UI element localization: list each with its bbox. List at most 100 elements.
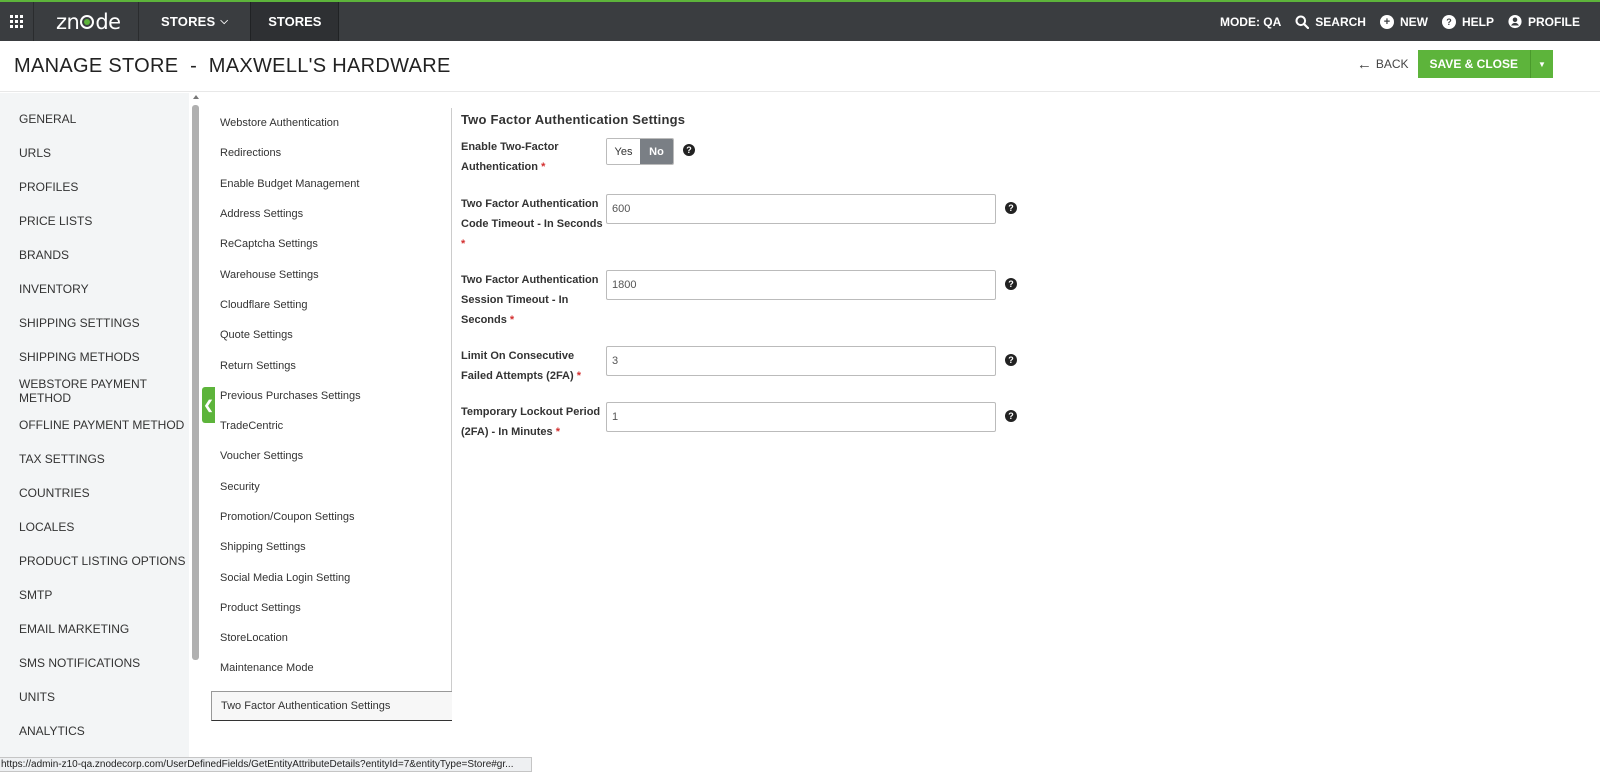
session-timeout-label: Two Factor Authentication Session Timeou… (461, 270, 606, 330)
page-title: MANAGE STORE - MAXWELL'S HARDWARE (14, 54, 451, 77)
save-options-dropdown[interactable]: ▼ (1531, 50, 1553, 78)
sidebar-item[interactable]: ANALYTICS (0, 714, 189, 748)
sidebar-item[interactable]: LOCALES (0, 510, 189, 544)
subnav-item[interactable]: Voucher Settings (211, 441, 451, 471)
subnav-item[interactable]: Promotion/Coupon Settings (211, 502, 451, 532)
enable-two-factor-row: Enable Two-Factor Authentication * Yes N… (461, 137, 695, 177)
help-label: HELP (1461, 14, 1494, 29)
chevron-down-icon: ⌵ (220, 16, 229, 27)
sidebar-item[interactable]: SMTP (0, 578, 189, 612)
subnav-item[interactable]: Security (211, 472, 451, 502)
enable-two-factor-label: Enable Two-Factor Authentication * (461, 137, 606, 177)
session-timeout-label-line-3: Seconds (461, 314, 507, 326)
session-timeout-label-line-2: Session Timeout - In (461, 294, 569, 306)
stores-menu[interactable]: STORES ⌵ (139, 2, 250, 41)
search-icon (1295, 15, 1310, 29)
app-launcher-button[interactable] (0, 2, 33, 41)
subnav-item[interactable]: Webstore Authentication (211, 108, 451, 138)
required-marker: * (576, 370, 582, 382)
failed-attempts-label-line-2: Failed Attempts (2FA) (461, 370, 574, 382)
sidebar-item[interactable]: PRICE LISTS (0, 204, 189, 238)
tab-stores[interactable]: STORES (250, 2, 340, 41)
lockout-period-row: Temporary Lockout Period (2FA) - In Minu… (461, 402, 1017, 442)
failed-attempts-label: Limit On Consecutive Failed Attempts (2F… (461, 346, 606, 386)
subnav-item[interactable]: Product Settings (211, 593, 451, 623)
sidebar-item[interactable]: BRANDS (0, 238, 189, 272)
sidebar-item[interactable]: UNITS (0, 680, 189, 714)
search-label: SEARCH (1315, 14, 1366, 29)
lockout-period-label: Temporary Lockout Period (2FA) - In Minu… (461, 402, 606, 442)
enable-two-factor-toggle[interactable]: Yes No (606, 138, 674, 165)
sidebar-item[interactable]: OFFLINE PAYMENT METHOD (0, 408, 189, 442)
sidebar-item[interactable]: SHIPPING SETTINGS (0, 306, 189, 340)
arrow-left-icon: ← (1356, 55, 1372, 73)
section-title: Two Factor Authentication Settings (461, 112, 686, 127)
stores-menu-label: STORES (161, 14, 216, 29)
required-marker: * (509, 314, 515, 326)
profile-button[interactable]: PROFILE (1508, 15, 1580, 29)
scrollbar-thumb[interactable] (192, 105, 199, 660)
sidebar-item[interactable]: WEBSTORE PAYMENT METHOD (0, 374, 189, 408)
lockout-period-label-line-2: (2FA) - In Minutes (461, 426, 553, 438)
sidebar-item[interactable]: GENERAL (0, 102, 189, 136)
help-icon[interactable]: ? (1005, 202, 1017, 214)
failed-attempts-input[interactable]: 3 (606, 346, 996, 376)
subnav-item-two-factor-authentication-settings[interactable]: Two Factor Authentication Settings (211, 691, 452, 721)
subnav-item[interactable]: Cloudflare Setting (211, 290, 451, 320)
sidebar-item[interactable]: SHIPPING METHODS (0, 340, 189, 374)
help-icon[interactable]: ? (683, 144, 695, 156)
sidebar-item[interactable]: PRODUCT LISTING OPTIONS (0, 544, 189, 578)
code-timeout-row: Two Factor Authentication Code Timeout -… (461, 194, 1017, 254)
subnav-item[interactable]: Maintenance Mode (211, 653, 451, 683)
tab-stores-label: STORES (268, 14, 322, 29)
user-circle-icon (1508, 14, 1522, 29)
subnav-item[interactable]: Social Media Login Setting (211, 562, 451, 592)
sidebar-item[interactable]: TAX SETTINGS (0, 442, 189, 476)
code-timeout-input[interactable]: 600 (606, 194, 996, 224)
new-label: NEW (1399, 14, 1428, 29)
session-timeout-row: Two Factor Authentication Session Timeou… (461, 270, 1017, 330)
help-button[interactable]: ? HELP (1441, 14, 1494, 29)
toggle-no-option[interactable]: No (640, 139, 673, 164)
sidebar-item[interactable]: INVENTORY (0, 272, 189, 306)
new-button[interactable]: + NEW (1379, 14, 1428, 29)
subnav-item[interactable]: StoreLocation (211, 623, 451, 653)
lockout-period-label-line-1: Temporary Lockout Period (461, 406, 601, 418)
subnav-item[interactable]: Quote Settings (211, 320, 451, 350)
subnav-item[interactable]: Enable Budget Management (211, 169, 451, 199)
sidebar-item[interactable]: SMS NOTIFICATIONS (0, 646, 189, 680)
help-icon[interactable]: ? (1005, 410, 1017, 422)
subnav-item[interactable]: Warehouse Settings (211, 259, 451, 289)
sidebar-item[interactable]: PROFILES (0, 170, 189, 204)
page-header: MANAGE STORE - MAXWELL'S HARDWARE ← BACK… (0, 41, 1600, 92)
subnav-item[interactable]: Shipping Settings (211, 532, 451, 562)
subnav-item[interactable]: ReCaptcha Settings (211, 229, 451, 259)
scroll-up-arrow-icon[interactable] (192, 95, 199, 99)
sidebar-item[interactable]: EMAIL MARKETING (0, 612, 189, 646)
sidebar-item[interactable]: URLS (0, 136, 189, 170)
subnav-item[interactable]: TradeCentric (211, 411, 451, 441)
search-button[interactable]: SEARCH (1295, 15, 1366, 29)
subnav-item[interactable]: Redirections (211, 138, 451, 168)
help-icon[interactable]: ? (1005, 354, 1017, 366)
znode-logo[interactable]: zn de (33, 2, 139, 41)
mode-indicator: MODE: QA (1220, 15, 1281, 29)
subnav-item[interactable]: Return Settings (211, 350, 451, 380)
back-button[interactable]: ← BACK (1357, 56, 1409, 73)
code-timeout-label-line-2: Code Timeout - In Seconds (461, 218, 603, 230)
help-icon[interactable]: ? (1005, 278, 1017, 290)
link-preview-statusbar: https://admin-z10-qa.znodecorp.com/UserD… (0, 757, 532, 772)
settings-subnav: Webstore Authentication Redirections Enabl… (211, 108, 452, 719)
subnav-item[interactable]: Address Settings (211, 199, 451, 229)
required-marker: * (461, 238, 466, 250)
required-marker: * (555, 426, 561, 438)
lockout-period-input[interactable]: 1 (606, 402, 996, 432)
session-timeout-input[interactable]: 1800 (606, 270, 996, 300)
toggle-yes-option[interactable]: Yes (607, 139, 640, 164)
back-label: BACK (1375, 57, 1409, 71)
sidebar-scrollbar[interactable] (191, 93, 200, 663)
sidebar-item[interactable]: COUNTRIES (0, 476, 189, 510)
save-and-close-button[interactable]: SAVE & CLOSE (1417, 50, 1531, 78)
subnav-item[interactable]: Previous Purchases Settings (211, 381, 451, 411)
enable-two-factor-label-line-1: Enable Two-Factor (461, 141, 559, 153)
